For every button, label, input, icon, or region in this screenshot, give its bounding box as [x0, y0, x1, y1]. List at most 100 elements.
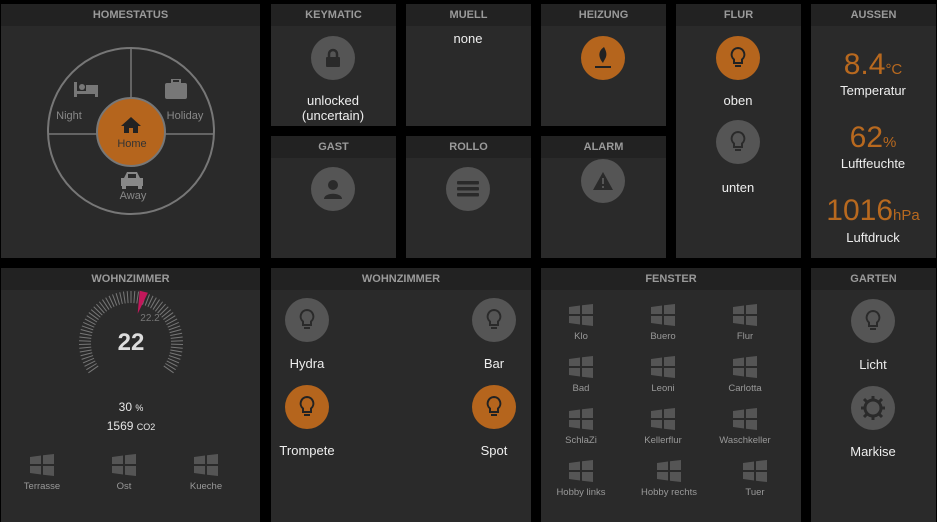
gauge-tick: [88, 312, 99, 320]
tile-title: ROLLO: [406, 136, 531, 158]
window-sensor[interactable]: [30, 454, 54, 476]
mode-holiday[interactable]: Holiday: [156, 78, 216, 128]
window-sensor[interactable]: [194, 454, 218, 476]
light-button[interactable]: [285, 298, 329, 342]
tile-title: FLUR: [676, 4, 801, 26]
room-temperature: 22: [117, 329, 145, 356]
light-label: Hydra: [289, 356, 325, 371]
flur-tile: FLUR oben unten: [676, 4, 801, 258]
window-icon: [651, 356, 675, 378]
window-sensor[interactable]: [651, 356, 675, 378]
window-icon: [569, 408, 593, 430]
window-sensor[interactable]: [569, 408, 593, 430]
gauge-tick: [154, 301, 164, 312]
house-icon: [121, 117, 141, 133]
gauge-tick: [119, 292, 123, 305]
gauge-tick: [122, 291, 126, 304]
window-sensor[interactable]: [651, 304, 675, 326]
gauge-tick: [81, 325, 94, 331]
room-humidity: 30 %: [118, 400, 144, 414]
window-label: Kueche: [189, 481, 223, 492]
lock-button[interactable]: [311, 36, 355, 80]
menu-icon: [457, 181, 479, 197]
light-button[interactable]: [285, 385, 329, 429]
muell-value: none: [453, 31, 483, 46]
window-icon: [743, 460, 767, 482]
alarm-tile[interactable]: ALARM: [541, 136, 666, 258]
awning-button[interactable]: [851, 386, 895, 430]
window-sensor[interactable]: [112, 454, 136, 476]
mode-home-label: Home: [117, 138, 147, 150]
window-sensor[interactable]: [569, 460, 593, 482]
heizung-tile[interactable]: HEIZUNG: [541, 4, 666, 126]
bulb-icon: [486, 309, 502, 329]
window-sensor[interactable]: [569, 356, 593, 378]
gauge-tick: [80, 329, 93, 334]
gauge-tick: [161, 309, 172, 318]
bulb-icon: [299, 309, 315, 329]
window-sensor[interactable]: [569, 304, 593, 326]
mode-holiday-label: Holiday: [166, 110, 204, 122]
mode-home[interactable]: Home: [98, 100, 164, 166]
gauge-tick: [90, 309, 101, 318]
window-sensor[interactable]: [657, 460, 681, 482]
alarm-button[interactable]: [581, 159, 625, 203]
bulb-icon: [865, 310, 881, 330]
window-sensor[interactable]: [733, 304, 757, 326]
window-label: Buero: [650, 331, 676, 342]
light-button[interactable]: [472, 298, 516, 342]
window-icon: [569, 356, 593, 378]
bulb-icon: [299, 396, 315, 416]
garten-tile: GARTEN Licht Markise: [811, 268, 936, 522]
pressure-label: Luftdruck: [846, 230, 900, 245]
aussen-tile: AUSSEN 8.4°C Temperatur 62% Luftfeuchte …: [811, 4, 936, 258]
rollo-tile[interactable]: ROLLO: [406, 136, 531, 258]
light-label: Bar: [483, 356, 505, 371]
gauge-tick: [126, 291, 129, 304]
guest-button[interactable]: [311, 167, 355, 211]
light-label: oben: [723, 93, 753, 108]
window-sensor[interactable]: [733, 356, 757, 378]
window-sensor[interactable]: [651, 408, 675, 430]
tile-title: ALARM: [541, 136, 666, 158]
window-icon: [30, 454, 54, 476]
setpoint-value: 22.2: [140, 313, 160, 324]
bulb-icon: [730, 47, 746, 67]
window-icon: [569, 304, 593, 326]
window-label: SchlaZi: [565, 435, 597, 446]
light-button[interactable]: [472, 385, 516, 429]
light-unten-button[interactable]: [716, 120, 760, 164]
gauge-tick: [136, 291, 140, 304]
gauge-tick: [79, 340, 92, 342]
heating-button[interactable]: [581, 36, 625, 80]
room-co2: 1569 CO2: [106, 419, 156, 433]
garden-light-button[interactable]: [851, 299, 895, 343]
gauge-tick: [96, 303, 105, 314]
window-label: Klo: [574, 331, 588, 342]
gauge-tick: [169, 329, 182, 334]
window-label: Hobby rechts: [641, 487, 697, 498]
bed-icon: [74, 82, 98, 97]
keymatic-tile[interactable]: KEYMATIC unlocked (uncertain): [271, 4, 396, 126]
gauge-tick: [115, 293, 121, 305]
humidity-value: 62%: [849, 121, 897, 154]
window-icon: [651, 408, 675, 430]
tile-title: GARTEN: [811, 268, 936, 290]
temperature-value: 8.4°C: [843, 48, 903, 81]
gauge-tick: [169, 352, 182, 357]
gauge-tick: [81, 355, 94, 360]
light-label: Spot: [480, 443, 508, 458]
homestatus-tile: HOMESTATUS Night Holiday Home Away: [1, 4, 260, 258]
window-label: Waschkeller: [719, 435, 771, 446]
shutter-button[interactable]: [446, 167, 490, 211]
window-sensor[interactable]: [743, 460, 767, 482]
window-label: Leoni: [651, 383, 675, 394]
gast-tile[interactable]: GAST: [271, 136, 396, 258]
window-icon: [194, 454, 218, 476]
window-sensor[interactable]: [733, 408, 757, 430]
lock-icon: [326, 48, 340, 67]
window-icon: [733, 304, 757, 326]
mode-away[interactable]: Away: [101, 170, 163, 206]
light-oben-button[interactable]: [716, 36, 760, 80]
flame-icon: [595, 47, 611, 68]
